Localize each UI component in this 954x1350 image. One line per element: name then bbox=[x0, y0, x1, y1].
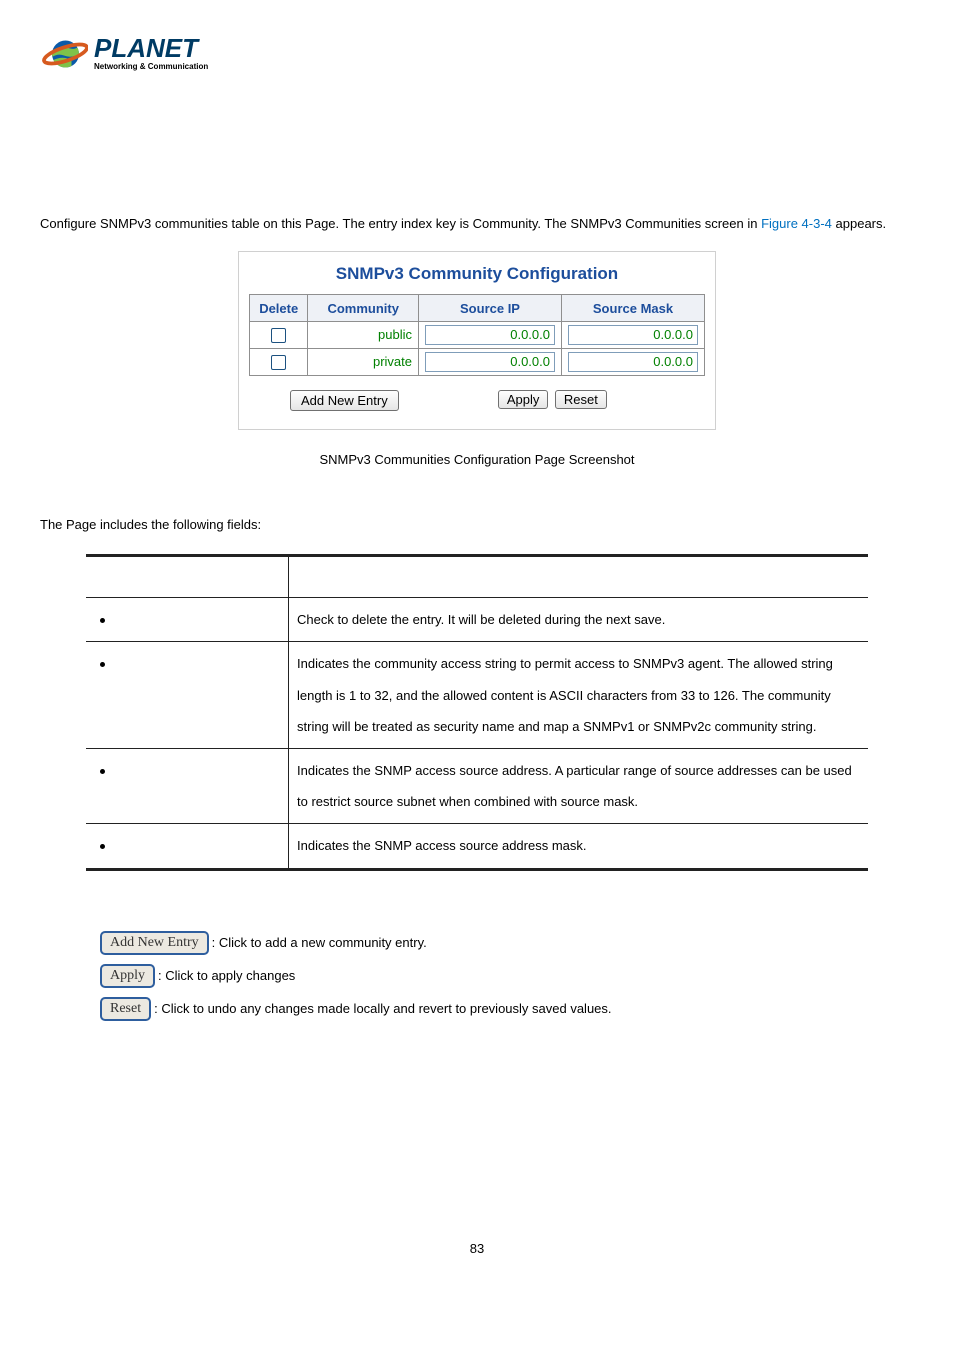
brand-logo: PLANET Networking & Communication bbox=[40, 30, 914, 78]
brand-name: PLANET bbox=[94, 37, 208, 60]
intro-paragraph: Configure SNMPv3 communities table on th… bbox=[40, 208, 914, 239]
table-row: Indicates the community access string to… bbox=[86, 642, 868, 749]
table-header-row bbox=[86, 556, 868, 598]
figure-reference: Figure 4-3-4 bbox=[761, 216, 832, 231]
brand-tagline: Networking & Communication bbox=[94, 62, 208, 71]
config-screenshot-panel: SNMPv3 Community Configuration Delete Co… bbox=[238, 251, 716, 430]
field-description: Check to delete the entry. It will be de… bbox=[289, 598, 869, 642]
community-value: public bbox=[378, 326, 412, 344]
reset-help-text: : Click to undo any changes made locally… bbox=[154, 1001, 611, 1016]
planet-globe-icon bbox=[40, 30, 88, 78]
apply-help-text: : Click to apply changes bbox=[158, 968, 295, 983]
field-description: Indicates the SNMP access source address… bbox=[289, 824, 869, 869]
bullet-icon bbox=[100, 662, 105, 667]
fields-intro-text: The Page includes the following fields: bbox=[40, 517, 914, 532]
source-mask-input[interactable]: 0.0.0.0 bbox=[568, 325, 698, 345]
source-ip-input[interactable]: 0.0.0.0 bbox=[425, 325, 555, 345]
apply-help-button: Apply bbox=[100, 964, 155, 988]
header-object bbox=[86, 556, 289, 598]
table-row: Indicates the SNMP access source address… bbox=[86, 824, 868, 869]
snmp-community-table: Delete Community Source IP Source Mask p… bbox=[249, 294, 705, 376]
add-new-entry-help-button: Add New Entry bbox=[100, 931, 209, 955]
reset-button[interactable]: Reset bbox=[555, 390, 607, 409]
delete-checkbox[interactable] bbox=[271, 355, 286, 370]
col-header-source-mask: Source Mask bbox=[562, 295, 705, 322]
header-description bbox=[289, 556, 869, 598]
screenshot-caption: SNMPv3 Communities Configuration Page Sc… bbox=[40, 452, 914, 467]
config-title: SNMPv3 Community Configuration bbox=[249, 264, 705, 284]
source-ip-input[interactable]: 0.0.0.0 bbox=[425, 352, 555, 372]
col-header-community: Community bbox=[308, 295, 419, 322]
intro-pre: Configure SNMPv3 communities table on th… bbox=[40, 216, 761, 231]
add-new-entry-help-text: : Click to add a new community entry. bbox=[212, 935, 427, 950]
community-value: private bbox=[373, 353, 412, 371]
bullet-icon bbox=[100, 769, 105, 774]
bullet-icon bbox=[100, 844, 105, 849]
apply-button[interactable]: Apply bbox=[498, 390, 549, 409]
bullet-icon bbox=[100, 618, 105, 623]
table-row: public 0.0.0.0 0.0.0.0 bbox=[250, 322, 705, 349]
col-header-delete: Delete bbox=[250, 295, 308, 322]
fields-description-table: Check to delete the entry. It will be de… bbox=[86, 554, 868, 870]
table-row: private 0.0.0.0 0.0.0.0 bbox=[250, 349, 705, 376]
field-description: Indicates the SNMP access source address… bbox=[289, 748, 869, 823]
source-mask-input[interactable]: 0.0.0.0 bbox=[568, 352, 698, 372]
page-number: 83 bbox=[40, 1241, 914, 1256]
reset-help-button: Reset bbox=[100, 997, 151, 1021]
brand-text: PLANET Networking & Communication bbox=[94, 37, 208, 70]
buttons-help-section: Add New Entry : Click to add a new commu… bbox=[100, 931, 914, 1021]
add-new-entry-button[interactable]: Add New Entry bbox=[290, 390, 399, 411]
field-description: Indicates the community access string to… bbox=[289, 642, 869, 749]
intro-post: appears. bbox=[832, 216, 886, 231]
col-header-source-ip: Source IP bbox=[419, 295, 562, 322]
delete-checkbox[interactable] bbox=[271, 328, 286, 343]
table-row: Check to delete the entry. It will be de… bbox=[86, 598, 868, 642]
table-row: Indicates the SNMP access source address… bbox=[86, 748, 868, 823]
